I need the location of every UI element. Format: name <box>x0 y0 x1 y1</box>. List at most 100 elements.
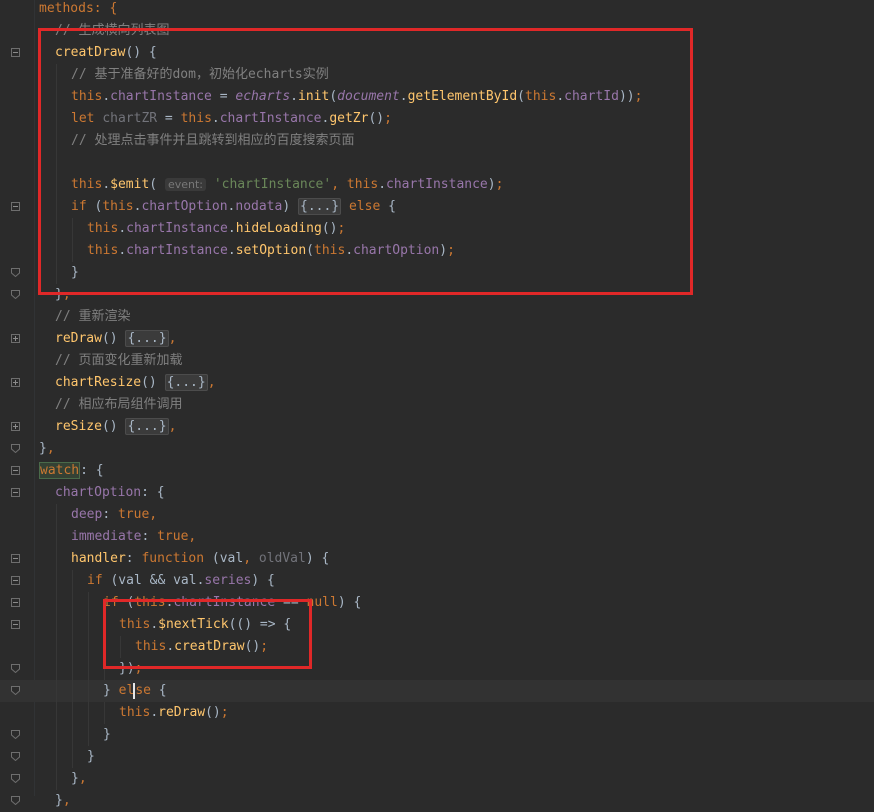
indent-guide <box>56 636 57 658</box>
code-token: chartOption <box>55 485 142 500</box>
indent-guide <box>88 658 89 680</box>
code-text: reDraw() {...}, <box>55 328 176 350</box>
fold-end-icon[interactable] <box>11 664 20 673</box>
code-token: // 相应布局组件调用 <box>55 397 183 412</box>
fold-end-icon[interactable] <box>11 730 20 739</box>
code-token: } <box>103 683 119 698</box>
code-line[interactable]: immediate: true, <box>0 526 874 548</box>
code-text: handler: function (val, oldVal) { <box>71 548 329 570</box>
fold-collapse-icon[interactable] <box>11 598 20 607</box>
code-token: : { <box>141 485 165 500</box>
code-line[interactable]: // 页面变化重新加载 <box>0 350 874 372</box>
code-line[interactable]: reSize() {...}, <box>0 416 874 438</box>
code-line[interactable]: watch: { <box>0 460 874 482</box>
fold-end-icon[interactable] <box>11 444 20 453</box>
fold-collapse-icon[interactable] <box>11 620 20 629</box>
fold-collapse-icon[interactable] <box>11 488 20 497</box>
fold-end-icon[interactable] <box>11 774 20 783</box>
indent-guide <box>56 614 57 636</box>
code-token: // 页面变化重新加载 <box>55 353 183 368</box>
code-token: () <box>205 705 221 720</box>
code-token: } <box>103 727 111 742</box>
code-token: el <box>118 683 135 698</box>
indent-guide <box>88 636 89 658</box>
code-line[interactable]: }, <box>0 790 874 812</box>
fold-collapse-icon[interactable] <box>11 554 20 563</box>
code-text: } <box>87 746 95 768</box>
fold-collapse-icon[interactable] <box>11 576 20 585</box>
code-line[interactable]: // 重新渲染 <box>0 306 874 328</box>
code-text: this.reDraw(); <box>119 702 229 724</box>
code-token: , <box>168 419 177 434</box>
code-token: : { <box>80 463 104 478</box>
code-line[interactable]: }, <box>0 438 874 460</box>
code-line[interactable]: reDraw() {...}, <box>0 328 874 350</box>
fold-collapse-icon[interactable] <box>11 202 20 211</box>
code-text: // 页面变化重新加载 <box>55 350 182 372</box>
code-line[interactable]: } <box>0 746 874 768</box>
code-text: if (val && val.series) { <box>87 570 275 592</box>
code-token: true, <box>157 529 197 544</box>
indent-guide <box>56 504 57 526</box>
code-line[interactable]: } else { <box>0 680 874 702</box>
fold-expand-icon[interactable] <box>11 422 20 431</box>
code-line[interactable]: chartOption: { <box>0 482 874 504</box>
code-token: : <box>141 529 158 544</box>
code-line[interactable]: this.reDraw(); <box>0 702 874 724</box>
code-line[interactable]: methods: { <box>0 0 874 20</box>
indent-guide <box>88 592 89 614</box>
code-text: } <box>103 724 111 746</box>
code-text: reSize() {...}, <box>55 416 176 438</box>
indent-guide <box>72 570 73 592</box>
code-token: chartResize <box>55 375 142 390</box>
code-token: } <box>71 771 79 786</box>
indent-guide <box>72 724 73 746</box>
code-line[interactable]: }, <box>0 768 874 790</box>
code-token: . <box>150 705 159 720</box>
annotation-box-creatdraw <box>38 28 693 295</box>
indent-guide <box>88 680 89 702</box>
indent-guide <box>72 636 73 658</box>
folded-code-placeholder[interactable]: {...} <box>125 330 169 347</box>
code-token: reDraw <box>158 705 206 720</box>
indent-guide <box>56 526 57 548</box>
code-line[interactable]: chartResize() {...}, <box>0 372 874 394</box>
code-token: } <box>87 749 95 764</box>
indent-guide <box>72 680 73 702</box>
fold-end-icon[interactable] <box>11 686 20 695</box>
fold-end-icon[interactable] <box>11 752 20 761</box>
code-line[interactable]: } <box>0 724 874 746</box>
indent-guide <box>56 658 57 680</box>
code-token: { <box>158 683 167 698</box>
code-token: // 重新渲染 <box>55 309 131 324</box>
code-text: watch: { <box>39 460 104 482</box>
fold-end-icon[interactable] <box>11 290 20 299</box>
folded-code-placeholder[interactable]: {...} <box>125 418 169 435</box>
code-token: ; <box>220 705 229 720</box>
code-token: series <box>204 573 252 588</box>
code-token: deep <box>71 507 103 522</box>
fold-end-icon[interactable] <box>11 796 20 805</box>
code-token: immediate <box>71 529 142 544</box>
code-token: ) { <box>251 573 275 588</box>
folded-code-placeholder[interactable]: {...} <box>164 374 208 391</box>
fold-end-icon[interactable] <box>11 268 20 277</box>
code-editor[interactable]: methods: {// 生成横向列表图 creatDraw() {// 基于准备… <box>0 0 874 808</box>
annotation-box-nexttick <box>103 599 312 669</box>
code-line[interactable]: deep: true, <box>0 504 874 526</box>
code-token: , <box>46 441 55 456</box>
code-token: (val && val. <box>110 573 205 588</box>
code-line[interactable]: handler: function (val, oldVal) { <box>0 548 874 570</box>
code-line[interactable]: // 相应布局组件调用 <box>0 394 874 416</box>
highlighted-keyword: watch <box>39 462 81 479</box>
fold-collapse-icon[interactable] <box>11 466 20 475</box>
fold-expand-icon[interactable] <box>11 334 20 343</box>
code-text: }, <box>71 768 87 790</box>
code-token: oldVal <box>258 551 306 566</box>
fold-expand-icon[interactable] <box>11 378 20 387</box>
indent-guide <box>104 702 105 724</box>
indent-guide <box>72 702 73 724</box>
code-token: function <box>141 551 212 566</box>
fold-collapse-icon[interactable] <box>11 48 20 57</box>
code-line[interactable]: if (val && val.series) { <box>0 570 874 592</box>
